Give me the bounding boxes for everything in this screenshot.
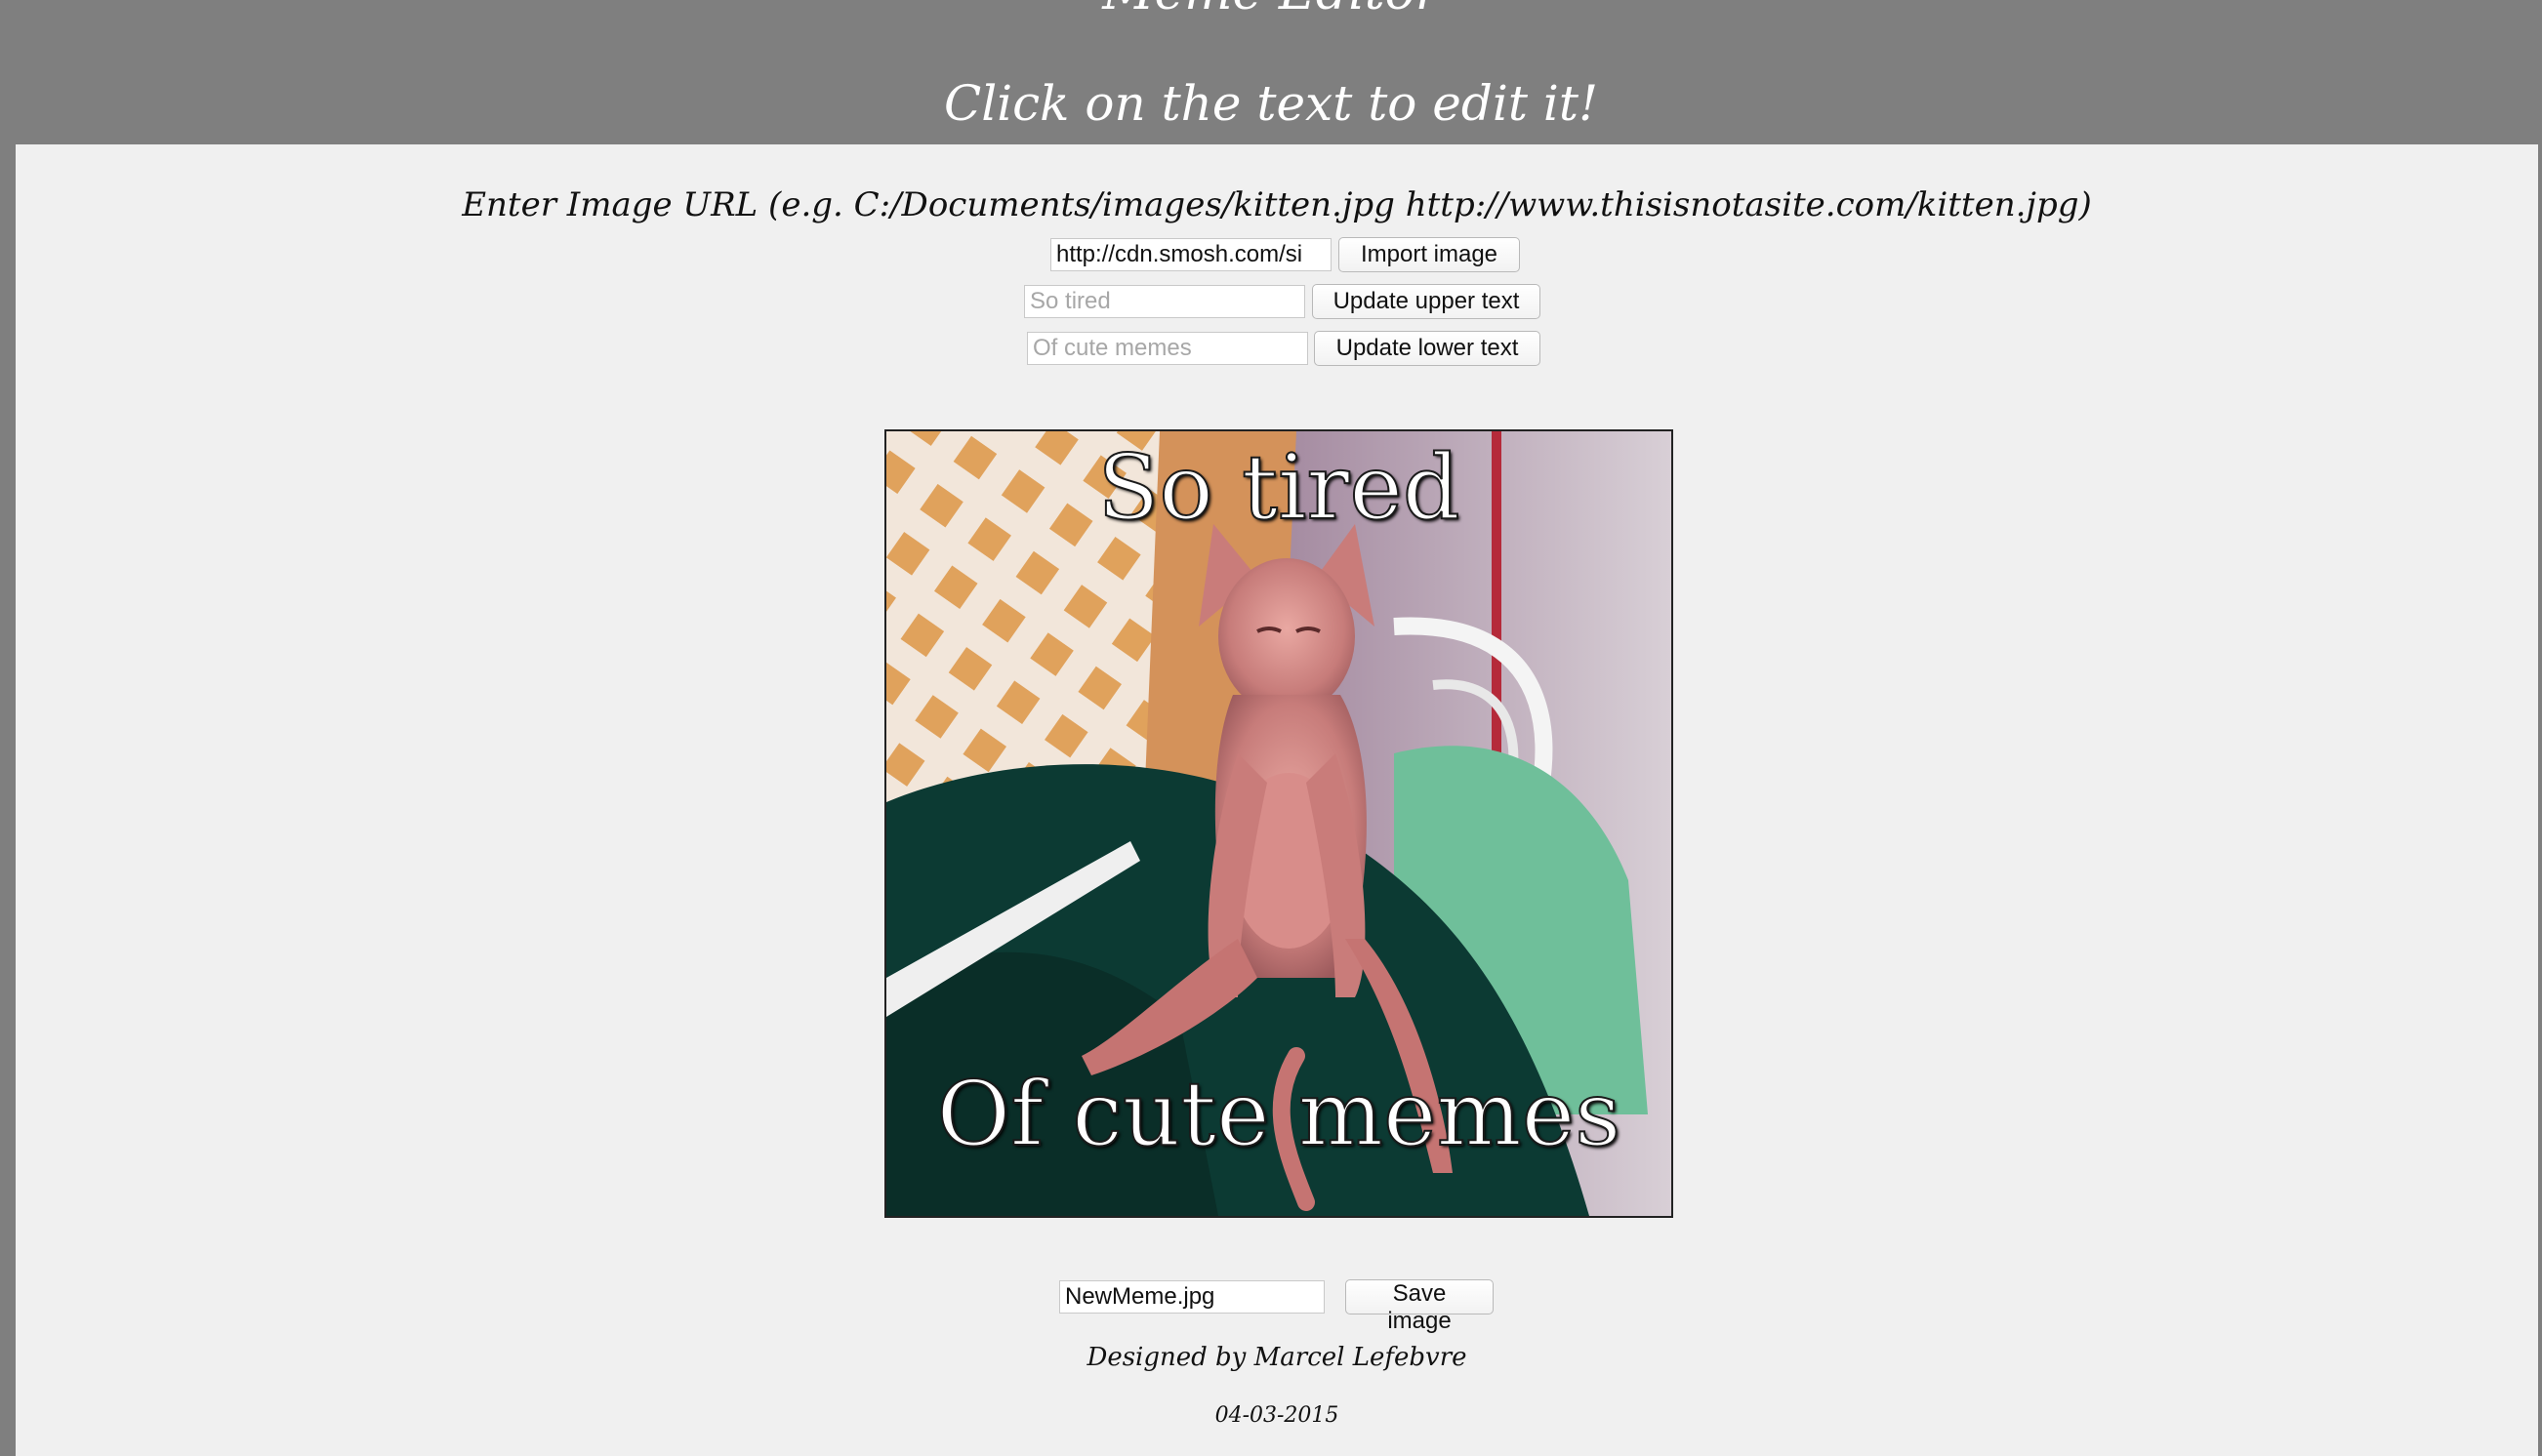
upper-text-input[interactable]: [1024, 285, 1305, 318]
update-upper-text-button[interactable]: Update upper text: [1312, 284, 1540, 319]
save-image-button[interactable]: Save image: [1345, 1279, 1494, 1334]
filename-input[interactable]: [1059, 1280, 1325, 1314]
footer-date: 04-03-2015: [1214, 1403, 1339, 1428]
image-url-input[interactable]: [1050, 238, 1332, 271]
page-subtitle: Click on the text to edit it!: [943, 75, 1599, 132]
url-prompt-label: Enter Image URL (e.g. C:/Documents/image…: [462, 185, 2092, 224]
footer-credit: Designed by Marcel Lefebvre: [1086, 1343, 1467, 1372]
main-content: Enter Image URL (e.g. C:/Documents/image…: [16, 144, 2538, 1456]
lower-text-input[interactable]: [1027, 332, 1308, 365]
meme-upper-text[interactable]: So tired: [886, 438, 1671, 538]
update-lower-text-button[interactable]: Update lower text: [1314, 331, 1540, 366]
meme-canvas[interactable]: So tired Of cute memes: [884, 429, 1673, 1218]
site-title: Meme Editor: [0, 0, 2542, 21]
import-image-button[interactable]: Import image: [1338, 237, 1520, 272]
meme-lower-text[interactable]: Of cute memes: [886, 1065, 1671, 1164]
page-header: Meme Editor Click on the text to edit it…: [0, 0, 2542, 144]
